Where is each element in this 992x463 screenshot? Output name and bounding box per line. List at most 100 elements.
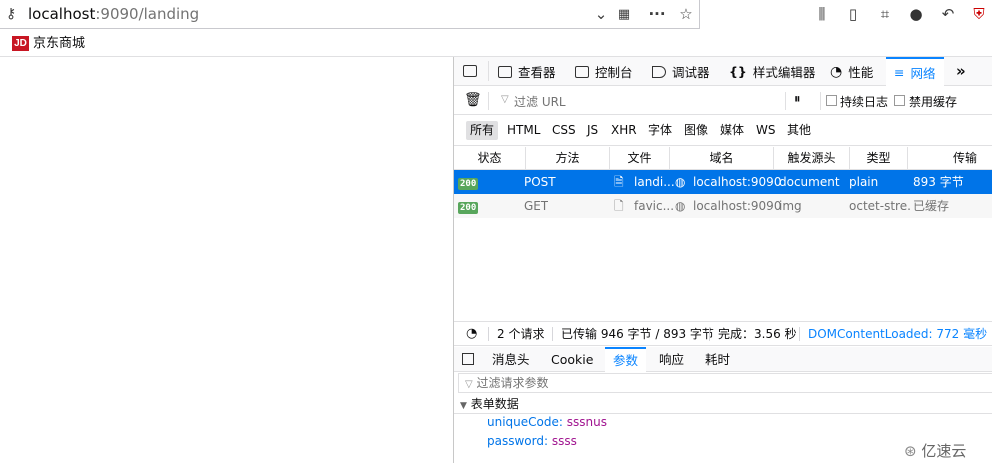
disable-cache-label: 禁用缓存 bbox=[909, 95, 958, 109]
col-type[interactable]: 类型 bbox=[850, 147, 908, 170]
bookmark-jd[interactable]: 京东商城 bbox=[33, 36, 85, 51]
filter-separator bbox=[785, 92, 786, 110]
col-cause[interactable]: 触发源头 bbox=[774, 147, 850, 170]
filter-separator bbox=[488, 92, 489, 110]
filter-separator bbox=[820, 92, 821, 110]
status-separator bbox=[552, 327, 553, 341]
tab-console[interactable]: 控制台 bbox=[575, 57, 633, 86]
tab-label: 性能 bbox=[848, 65, 874, 80]
tab-inspector[interactable]: 查看器 bbox=[498, 57, 556, 86]
table-row[interactable]: 200 GET 🗋 favic... ◍ localhost:9090 img … bbox=[454, 194, 992, 218]
finish-time: 完成：3.56 秒 bbox=[718, 327, 797, 341]
type-filter-html[interactable]: HTML bbox=[503, 121, 544, 140]
type-filter-media[interactable]: 媒体 bbox=[716, 121, 748, 140]
tab-label: 网络 bbox=[910, 66, 936, 81]
params-filter-placeholder: 过滤请求参数 bbox=[476, 376, 549, 390]
detail-tab-cookie[interactable]: Cookie bbox=[551, 347, 593, 372]
col-domain[interactable]: 域名 bbox=[670, 147, 774, 170]
param-key: uniqueCode: bbox=[487, 415, 563, 429]
type-filter-all[interactable]: 所有 bbox=[466, 121, 499, 140]
persist-logs-checkbox[interactable] bbox=[826, 95, 837, 106]
status-separator bbox=[488, 327, 489, 341]
debugger-icon bbox=[652, 65, 666, 78]
inspector-icon bbox=[498, 65, 512, 78]
detail-tab-timings[interactable]: 耗时 bbox=[705, 347, 730, 372]
status-separator bbox=[709, 327, 710, 341]
type-filter-fonts[interactable]: 字体 bbox=[644, 121, 676, 140]
library-icon[interactable]: ⫼ bbox=[812, 4, 832, 24]
devtools-panel: 查看器 控制台 调试器 {} 样式编辑器 ◔ 性能 ≡ 网络 » 🗑 ▽ 过滤 URL… bbox=[453, 57, 992, 463]
col-file[interactable]: 文件 bbox=[610, 147, 670, 170]
type-filter-xhr[interactable]: XHR bbox=[607, 121, 641, 140]
filter-icon: ▽ bbox=[501, 94, 509, 105]
disable-cache-checkbox[interactable] bbox=[894, 95, 905, 106]
bookmark-star-icon[interactable]: ☆ bbox=[676, 4, 696, 24]
detail-tab-params[interactable]: 参数 bbox=[605, 347, 647, 372]
params-filter-input[interactable]: ▽ 过滤请求参数 bbox=[458, 373, 992, 393]
undo-icon[interactable]: ↶ bbox=[938, 4, 958, 24]
tab-debugger[interactable]: 调试器 bbox=[652, 57, 710, 86]
url-bar[interactable]: ⚷ localhost:9090/landing ⌄ ▦ ··· ☆ bbox=[0, 0, 700, 29]
chevron-more-icon[interactable]: » bbox=[956, 62, 966, 80]
request-type: octet-stre... bbox=[849, 199, 911, 213]
console-icon bbox=[575, 65, 589, 78]
param-value[interactable]: ssss bbox=[552, 434, 577, 448]
bookmarks-bar bbox=[0, 29, 992, 57]
url-path: :9090/landing bbox=[95, 5, 200, 23]
type-filter-js[interactable]: JS bbox=[583, 121, 602, 140]
col-method[interactable]: 方法 bbox=[526, 147, 610, 170]
chat-icon[interactable]: ● bbox=[906, 4, 926, 24]
triangle-down-icon: ▼ bbox=[460, 401, 467, 411]
document-icon: 🗋 bbox=[614, 199, 624, 213]
detail-tab-headers[interactable]: 消息头 bbox=[492, 347, 530, 372]
type-filter-ws[interactable]: WS bbox=[752, 121, 779, 140]
type-filter-css[interactable]: CSS bbox=[548, 121, 580, 140]
style-editor-icon: {} bbox=[729, 64, 747, 79]
performance-icon: ◔ bbox=[830, 63, 843, 80]
more-icon[interactable]: ··· bbox=[647, 4, 667, 24]
trash-icon[interactable]: 🗑 bbox=[464, 92, 482, 108]
tab-network[interactable]: ≡ 网络 bbox=[886, 57, 944, 86]
filter-bar: 🗑 ▽ 过滤 URL ⏸ 持续日志 禁用缓存 bbox=[454, 87, 992, 115]
type-filter-other[interactable]: 其他 bbox=[783, 121, 815, 140]
panel-toggle-icon[interactable] bbox=[462, 353, 474, 365]
request-transferred: 893 字节 bbox=[913, 175, 964, 189]
col-status[interactable]: 状态 bbox=[454, 147, 526, 170]
param-value[interactable]: sssnus bbox=[567, 415, 607, 429]
request-count: 2 个请求 bbox=[497, 327, 545, 341]
qr-code-icon[interactable]: ▦ bbox=[614, 4, 634, 24]
form-data-heading: 表单数据 bbox=[470, 397, 519, 411]
request-method: GET bbox=[524, 199, 549, 213]
request-cause: document bbox=[779, 175, 840, 189]
url-host: localhost bbox=[28, 5, 96, 23]
watermark: ⊛ 亿速云 bbox=[904, 440, 966, 461]
tab-style-editor[interactable]: {} 样式编辑器 bbox=[729, 57, 815, 86]
pause-icon[interactable]: ⏸ bbox=[794, 92, 801, 107]
table-row[interactable]: 200 POST 🗎 landi... ◍ localhost:9090 doc… bbox=[454, 170, 992, 194]
devtools-toolbar: 查看器 控制台 调试器 {} 样式编辑器 ◔ 性能 ≡ 网络 » bbox=[454, 57, 992, 86]
type-filter-images[interactable]: 图像 bbox=[680, 121, 712, 140]
col-transferred[interactable]: 传输 bbox=[908, 147, 992, 170]
performance-analysis-icon[interactable]: ◔ bbox=[466, 322, 477, 346]
request-transferred: 已缓存 bbox=[913, 199, 950, 213]
filter-url-input[interactable]: 过滤 URL bbox=[514, 93, 774, 110]
filter-icon: ▽ bbox=[465, 379, 473, 390]
element-picker-icon[interactable] bbox=[463, 65, 477, 77]
url-text[interactable]: localhost:9090/landing bbox=[28, 5, 199, 23]
reader-view-icon[interactable]: ▯ bbox=[843, 4, 863, 24]
tab-label: 控制台 bbox=[595, 65, 633, 80]
request-file: landi... bbox=[634, 175, 675, 189]
detail-tab-response[interactable]: 响应 bbox=[659, 347, 684, 372]
ublock-icon[interactable]: ⛨ bbox=[969, 4, 989, 24]
request-detail-tabs: 消息头 Cookie 参数 响应 耗时 bbox=[454, 347, 992, 372]
form-data-row: password: ssss bbox=[487, 434, 577, 448]
jd-logo-icon[interactable]: JD bbox=[12, 36, 29, 51]
request-type: plain bbox=[849, 175, 879, 189]
form-data-section[interactable]: ▼ 表单数据 bbox=[454, 394, 992, 414]
crop-icon[interactable]: ⌗ bbox=[875, 4, 895, 24]
key-icon: ⚷ bbox=[6, 6, 17, 22]
tab-performance[interactable]: ◔ 性能 bbox=[830, 57, 873, 86]
request-cause: img bbox=[779, 199, 802, 213]
chevron-down-icon[interactable]: ⌄ bbox=[591, 4, 611, 24]
tab-label: 样式编辑器 bbox=[752, 65, 816, 80]
